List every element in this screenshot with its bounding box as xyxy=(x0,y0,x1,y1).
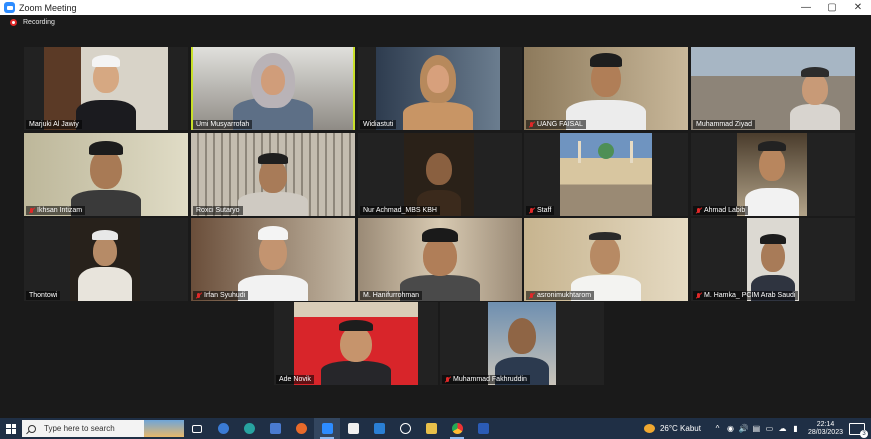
zoom-taskbar-icon[interactable] xyxy=(314,418,340,439)
close-button[interactable]: ✕ xyxy=(845,0,871,15)
weather-label: 26°C Kabut xyxy=(659,424,701,433)
battery-icon[interactable]: ▭ xyxy=(763,418,776,439)
start-button[interactable] xyxy=(0,418,22,439)
participant-tile[interactable]: Thontowi xyxy=(24,218,188,301)
search-highlight-image xyxy=(144,420,184,437)
participant-tile[interactable]: M. Hanifurrohman xyxy=(358,218,522,301)
participant-name: Umi Musyarrofah xyxy=(193,120,253,129)
participant-name: Nur Achmad_MBS KBH xyxy=(360,206,440,215)
participant-tile[interactable]: Roxci Sutaryo xyxy=(191,133,355,216)
participant-tile[interactable]: Ahmad Labib xyxy=(691,133,855,216)
notification-count-badge: 3 xyxy=(860,429,868,438)
window-title: Zoom Meeting xyxy=(19,2,77,13)
participant-tile[interactable]: UANG FAISAL xyxy=(524,47,688,130)
clock-time: 22:14 xyxy=(816,420,835,428)
participant-tile[interactable]: Muhammad Fakhruddin xyxy=(440,302,604,385)
participant-name: Muhammad Ziyad xyxy=(693,120,756,129)
muted-mic-icon xyxy=(29,207,34,214)
participant-name: UANG FAISAL xyxy=(526,120,586,129)
windows-logo-icon xyxy=(6,423,16,434)
chrome-icon[interactable] xyxy=(444,418,470,439)
participant-name: asronimukhtarom xyxy=(526,291,595,300)
participant-tile[interactable]: Marjuki Al Jawiy xyxy=(24,47,188,130)
participant-name: Ikhsan Intizam xyxy=(26,206,86,215)
muted-mic-icon xyxy=(696,207,701,214)
location-icon[interactable]: ◉ xyxy=(724,418,737,439)
cortana-icon[interactable] xyxy=(210,418,236,439)
weather-widget[interactable]: 26°C Kabut xyxy=(643,424,701,433)
participant-tile[interactable]: Staff xyxy=(524,133,688,216)
file-explorer-icon[interactable] xyxy=(418,418,444,439)
participant-tile[interactable]: Umi Musyarrofah xyxy=(191,47,355,130)
search-placeholder: Type here to search xyxy=(44,424,115,433)
participant-name: Ahmad Labib xyxy=(693,206,749,215)
zoom-app-icon xyxy=(4,2,15,13)
weather-icon xyxy=(643,424,655,433)
clock[interactable]: 22:14 28/03/2023 xyxy=(808,421,843,437)
participant-name: Widiastuti xyxy=(360,120,397,129)
store-icon[interactable] xyxy=(340,418,366,439)
firefox-icon[interactable] xyxy=(288,418,314,439)
maximize-button[interactable]: ▢ xyxy=(819,0,845,15)
search-icon xyxy=(28,424,36,433)
participant-tile[interactable]: Ikhsan Intizam xyxy=(24,133,188,216)
participant-name: Marjuki Al Jawiy xyxy=(26,120,82,129)
participant-tile[interactable]: Widiastuti xyxy=(358,47,522,130)
window-titlebar: Zoom Meeting — ▢ ✕ xyxy=(0,0,871,15)
clock-date: 28/03/2023 xyxy=(807,428,843,436)
participant-name: M. Hanifurrohman xyxy=(360,291,423,300)
edge-icon[interactable] xyxy=(236,418,262,439)
participant-name: Irfan Syuhudi xyxy=(193,291,249,300)
input-indicator-icon[interactable]: ▤ xyxy=(750,418,763,439)
participant-name: Muhammad Fakhruddin xyxy=(442,375,530,384)
windows-taskbar: Type here to search 26°C Kabut ^ ◉ 🔊 ▤ ▭… xyxy=(0,418,871,439)
participant-name: Staff xyxy=(526,206,555,215)
task-view-icon[interactable] xyxy=(184,418,210,439)
muted-mic-icon xyxy=(529,121,534,128)
record-icon xyxy=(10,19,17,26)
participant-tile[interactable]: asronimukhtarom xyxy=(524,218,688,301)
muted-mic-icon xyxy=(529,292,534,299)
muted-mic-icon xyxy=(445,376,450,383)
recording-indicator[interactable]: Recording xyxy=(10,19,55,26)
participant-tile[interactable]: M. Hamka_ PCIM Arab Saudi xyxy=(691,218,855,301)
taskbar-search-box[interactable]: Type here to search xyxy=(22,420,184,437)
minimize-button[interactable]: — xyxy=(793,0,819,15)
meeting-gallery: Recording Marjuki Al Jawiy Umi Musyarrof… xyxy=(0,15,871,418)
participant-name: Roxci Sutaryo xyxy=(193,206,243,215)
tray-overflow-icon[interactable]: ^ xyxy=(711,418,724,439)
vscode-icon[interactable] xyxy=(366,418,392,439)
muted-mic-icon xyxy=(529,207,534,214)
participant-name: Ade Novik xyxy=(276,375,314,384)
system-tray: 26°C Kabut ^ ◉ 🔊 ▤ ▭ ☁ ▮ 22:14 28/03/202… xyxy=(643,418,871,439)
participant-tile[interactable]: Ade Novik xyxy=(274,302,438,385)
word-icon[interactable] xyxy=(470,418,496,439)
muted-mic-icon xyxy=(696,292,701,299)
participant-tile[interactable]: Nur Achmad_MBS KBH xyxy=(358,133,522,216)
muted-mic-icon xyxy=(196,292,201,299)
network-icon[interactable]: ▮ xyxy=(789,418,802,439)
participant-name: M. Hamka_ PCIM Arab Saudi xyxy=(693,291,799,300)
dell-icon[interactable] xyxy=(392,418,418,439)
cloud-icon[interactable]: ☁ xyxy=(776,418,789,439)
notification-center-icon[interactable]: 3 xyxy=(849,422,868,438)
volume-icon[interactable]: 🔊 xyxy=(737,418,750,439)
recording-label: Recording xyxy=(23,19,55,26)
photos-icon[interactable] xyxy=(262,418,288,439)
participant-name: Thontowi xyxy=(26,291,61,300)
participant-tile[interactable]: Irfan Syuhudi xyxy=(191,218,355,301)
participant-tile[interactable]: Muhammad Ziyad xyxy=(691,47,855,130)
